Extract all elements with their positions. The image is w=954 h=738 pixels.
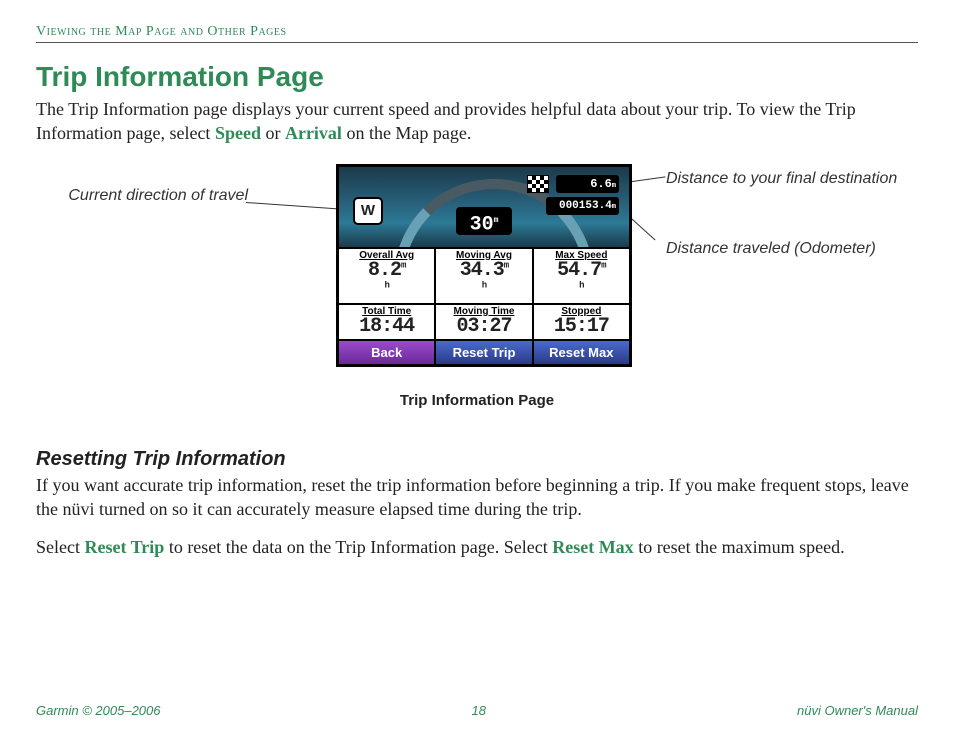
reset-trip-button[interactable]: Reset Trip — [436, 341, 533, 364]
figure-caption: Trip Information Page — [36, 392, 918, 409]
intro-paragraph: The Trip Information page displays your … — [36, 97, 918, 146]
device-screenshot: W 30m 6.6m 000153.4m Overall Avg 8.2mh M… — [336, 164, 632, 367]
footer-copyright: Garmin © 2005–2006 — [36, 703, 161, 718]
cell-value: 8.2mh — [339, 261, 434, 301]
reset-trip-ref: Reset Trip — [84, 537, 164, 557]
figure: Current direction of travel Distance to … — [36, 164, 918, 424]
cell-moving-avg: Moving Avg 34.3mh — [436, 249, 533, 303]
section2-p1: If you want accurate trip information, r… — [36, 473, 918, 522]
page-title: Trip Information Page — [36, 61, 918, 93]
cell-total-time: Total Time 18:44 — [339, 305, 436, 339]
callout-odometer: Distance traveled (Odometer) — [666, 239, 916, 259]
intro-or: or — [261, 123, 285, 143]
cell-moving-time: Moving Time 03:27 — [436, 305, 533, 339]
reset-max-button[interactable]: Reset Max — [534, 341, 629, 364]
speed-link: Speed — [215, 123, 261, 143]
reset-max-ref: Reset Max — [552, 537, 633, 557]
cell-value: 03:27 — [436, 317, 531, 337]
cell-value: 34.3mh — [436, 261, 531, 301]
callout-distance: Distance to your final destination — [666, 169, 916, 189]
footer-page-number: 18 — [472, 703, 486, 718]
cell-value: 15:17 — [534, 317, 629, 337]
callout-direction: Current direction of travel — [48, 186, 248, 206]
cell-max-speed: Max Speed 54.7mh — [534, 249, 629, 303]
cell-overall-avg: Overall Avg 8.2mh — [339, 249, 436, 303]
stats-row-2: Total Time 18:44 Moving Time 03:27 Stopp… — [339, 303, 629, 339]
button-row: Back Reset Trip Reset Max — [339, 339, 629, 364]
footer-manual-name: nüvi Owner's Manual — [797, 703, 918, 718]
page-header: Viewing the Map Page and Other Pages — [36, 24, 918, 43]
checkered-flag-icon — [527, 175, 549, 193]
cell-stopped: Stopped 15:17 — [534, 305, 629, 339]
odometer-value: 000153.4m — [546, 197, 619, 215]
p2-text-b: to reset the data on the Trip Informatio… — [164, 537, 552, 557]
p2-text-a: Select — [36, 537, 84, 557]
stats-row-1: Overall Avg 8.2mh Moving Avg 34.3mh Max … — [339, 247, 629, 303]
cell-value: 54.7mh — [534, 261, 629, 301]
gauge-area: W 30m 6.6m 000153.4m — [339, 167, 629, 247]
section-heading: Resetting Trip Information — [36, 448, 918, 471]
page-footer: Garmin © 2005–2006 18 nüvi Owner's Manua… — [36, 703, 918, 718]
section2-p2: Select Reset Trip to reset the data on t… — [36, 535, 918, 559]
arrival-link: Arrival — [285, 123, 342, 143]
cell-value: 18:44 — [339, 317, 434, 337]
back-button[interactable]: Back — [339, 341, 436, 364]
direction-indicator: W — [353, 197, 383, 225]
distance-remaining: 6.6m — [556, 175, 619, 193]
speed-value: 30m — [456, 207, 512, 235]
intro-text-2: on the Map page. — [342, 123, 471, 143]
p2-text-c: to reset the maximum speed. — [634, 537, 845, 557]
